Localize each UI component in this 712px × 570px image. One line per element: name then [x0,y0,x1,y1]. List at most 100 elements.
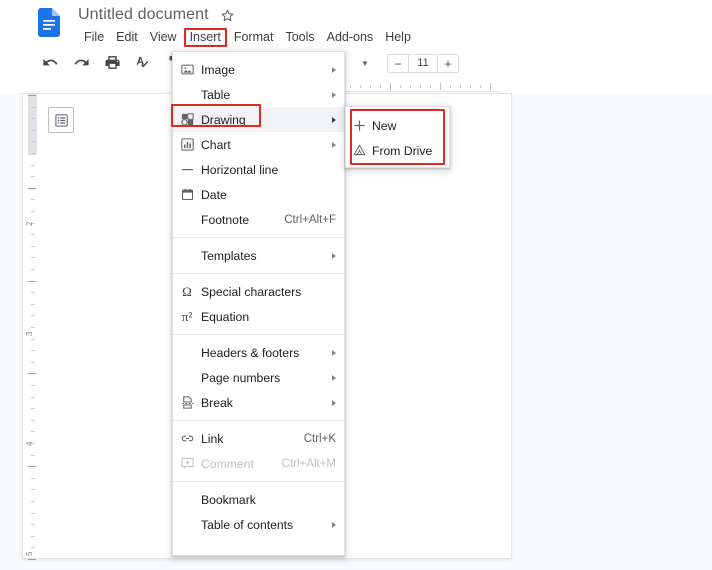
insert-menu-item-table[interactable]: Table [173,82,344,107]
font-size-stepper: − 11 + [387,54,459,73]
google-docs-window: Untitled document File Edit View Insert … [0,0,712,570]
font-size-value[interactable]: 11 [408,55,438,72]
ruler-tick [31,292,35,294]
document-outline-icon[interactable] [48,107,74,133]
insert-menu-item-table-of-contents[interactable]: Table of contents [173,512,344,537]
ruler-tick [31,164,35,166]
drawing-submenu-item-new[interactable]: New [346,113,449,138]
menu-bar: File Edit View Insert Format Tools Add-o… [78,28,417,47]
horizontal-line-icon [173,162,201,177]
menu-help[interactable]: Help [379,29,417,46]
ruler-tick [28,280,36,282]
ruler-tick [31,477,35,479]
date-icon [173,187,201,202]
omega-icon: Ω [173,284,201,300]
comment-icon [180,456,195,471]
insert-menu-item-headers-footers[interactable]: Headers & footers [173,340,344,365]
equation-icon: π² [173,309,201,325]
menu-edit[interactable]: Edit [110,29,144,46]
menu-insert[interactable]: Insert [183,28,227,47]
ruler-tick [31,245,35,247]
spellcheck-icon[interactable] [135,54,152,71]
insert-menu-item-horizontal-line[interactable]: Horizontal line [173,157,344,182]
font-size-increase-button[interactable]: + [438,55,458,72]
insert-menu-item-label: Horizontal line [201,162,279,177]
insert-menu-item-templates[interactable]: Templates [173,243,344,268]
insert-menu-item-equation[interactable]: π² Equation [173,304,344,329]
ruler-tick [31,408,35,410]
insert-menu-item-link[interactable]: Link Ctrl+K [173,426,344,451]
ruler-tick [31,524,35,526]
menu-separator [173,273,344,274]
chart-icon [173,137,201,152]
menu-add-ons[interactable]: Add-ons [321,29,380,46]
insert-menu-item-label: Link [201,431,224,446]
print-icon[interactable] [104,54,121,71]
equation-icon: π² [181,308,193,324]
vertical-ruler-number: 4 [25,441,34,446]
insert-menu-item-footnote[interactable]: Footnote Ctrl+Alt+F [173,207,344,232]
insert-menu-item-date[interactable]: Date [173,182,344,207]
image-icon [173,62,201,77]
insert-menu-item-break[interactable]: Break [173,390,344,415]
ruler-tick [28,373,36,375]
star-icon[interactable] [218,8,236,26]
font-size-control: ▼ − 11 + [357,54,459,73]
comment-icon [173,456,201,471]
submenu-arrow-icon [332,141,336,148]
insert-menu-item-bookmark[interactable]: Bookmark [173,487,344,512]
ruler-tick [31,454,35,456]
ruler-tick [380,85,381,88]
menu-view[interactable]: View [144,29,183,46]
ruler-tick [31,211,35,212]
google-docs-logo[interactable] [38,8,60,37]
insert-menu-item-image[interactable]: Image [173,57,344,82]
insert-menu-item-shortcut: Ctrl+K [303,432,336,445]
menu-separator [173,237,344,238]
menu-file[interactable]: File [78,29,110,46]
ruler-tick [31,535,35,537]
insert-menu-item-label: Image [201,62,235,77]
ruler-ticks [340,82,491,91]
insert-menu-item-label: Special characters [201,284,302,299]
vertical-ruler[interactable]: 2 3 4 5 [24,93,40,570]
insert-menu-item-label: Footnote [201,212,250,227]
break-icon [173,395,201,410]
document-title[interactable]: Untitled document [78,6,209,24]
insert-menu-item-label: Drawing [201,112,246,127]
ruler-tick [31,396,35,398]
submenu-arrow-icon [332,374,336,381]
undo-icon[interactable] [42,54,59,71]
insert-dropdown-menu: Image Table Drawing Chart Horizontal line Dat… [172,51,345,556]
ruler-tick [31,234,35,236]
break-icon [180,395,195,410]
insert-menu-item-drawing[interactable]: Drawing [173,107,344,132]
chevron-down-icon[interactable]: ▼ [357,55,373,73]
ruler-baseline [335,91,500,92]
insert-menu-item-shortcut: Ctrl+Alt+M [281,457,336,470]
chart-icon [180,137,195,152]
insert-menu-item-page-numbers[interactable]: Page numbers [173,365,344,390]
title-bar: Untitled document File Edit View Insert … [0,0,712,48]
menu-format[interactable]: Format [228,29,280,46]
insert-menu-item-label: Equation [201,309,250,324]
image-icon [180,62,195,77]
submenu-arrow-icon [332,349,336,356]
insert-menu-item-label: Headers & footers [201,345,300,360]
omega-icon: Ω [182,283,192,299]
redo-icon[interactable] [73,54,90,71]
ruler-tick [28,466,36,468]
horizontal-ruler[interactable] [0,80,712,93]
menu-tools[interactable]: Tools [279,29,320,46]
ruler-tick [360,85,361,88]
drawing-submenu-item-from-drive[interactable]: From Drive [346,138,449,163]
insert-menu-item-chart[interactable]: Chart [173,132,344,157]
ruler-tick [31,303,35,305]
font-size-decrease-button[interactable]: − [388,55,408,72]
insert-menu-item-label: Templates [201,248,257,263]
vertical-ruler-number: 2 [25,221,34,226]
submenu-arrow-icon [332,521,336,528]
ruler-tick [28,559,36,560]
ruler-tick [31,269,35,270]
insert-menu-item-special-characters[interactable]: Ω Special characters [173,279,344,304]
